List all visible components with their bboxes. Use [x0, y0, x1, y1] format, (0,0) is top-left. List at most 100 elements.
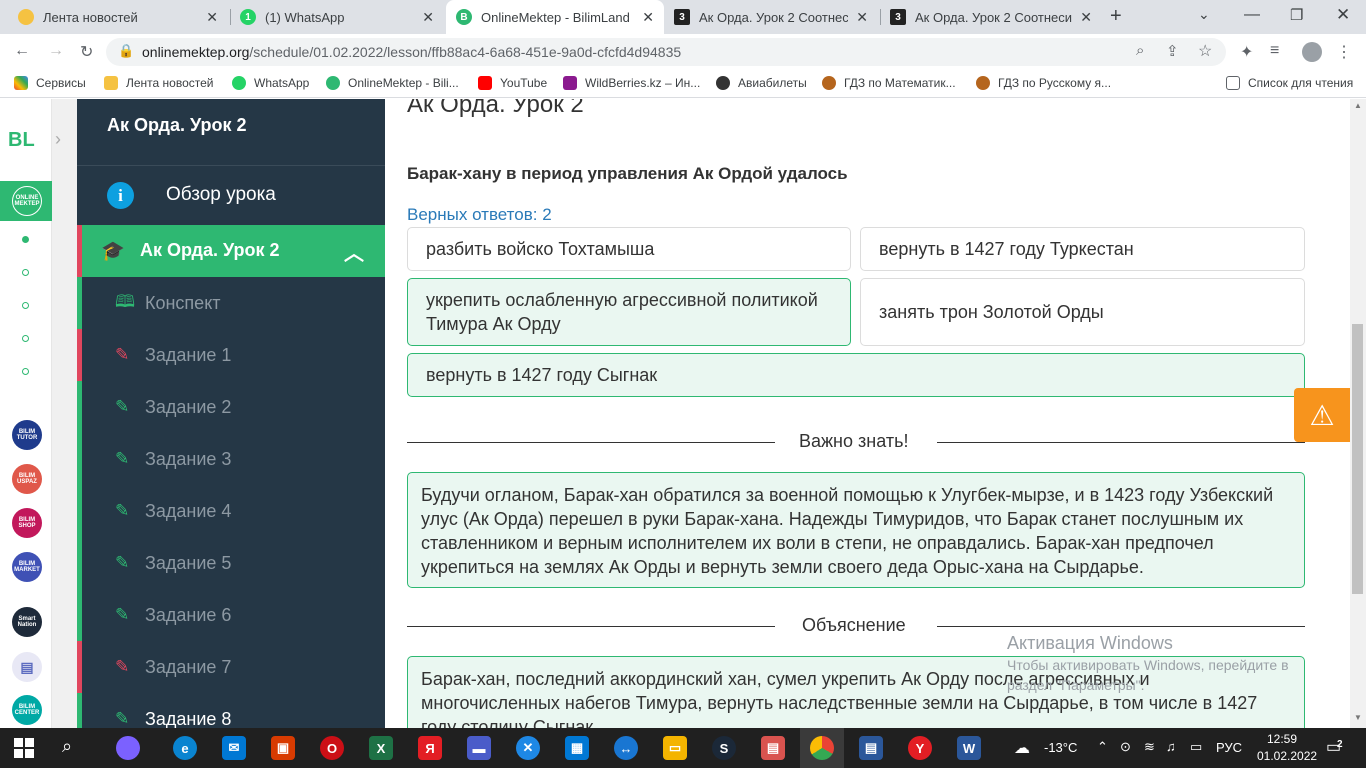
- edge-icon[interactable]: e: [173, 736, 197, 760]
- scroll-down-icon[interactable]: ▼: [1354, 713, 1362, 722]
- onlinemektep-app-icon[interactable]: ONLINE MEKTEP: [12, 186, 42, 216]
- bookmark-star-icon[interactable]: ☆: [1198, 41, 1212, 61]
- bilim-center-icon[interactable]: BILIM CENTER: [12, 695, 42, 725]
- tab-whatsapp[interactable]: 1 (1) WhatsApp ✕: [230, 0, 444, 34]
- wifi-icon[interactable]: ≋: [1144, 739, 1155, 755]
- sidebar-item-task-1[interactable]: ✎ Задание 1: [77, 329, 385, 381]
- bilim-market-icon[interactable]: BILIM MARKET: [12, 552, 42, 582]
- bookmark-whatsapp[interactable]: WhatsApp: [232, 76, 309, 90]
- page-scrollbar[interactable]: ▲ ▼: [1350, 99, 1366, 728]
- save-app-icon[interactable]: ▬: [467, 736, 491, 760]
- scrollbar-thumb[interactable]: [1352, 324, 1363, 594]
- sidebar-item-task-3[interactable]: ✎ Задание 3: [77, 433, 385, 485]
- sidebar-item-task-6[interactable]: ✎ Задание 6: [77, 589, 385, 641]
- bookmark-gdz-math[interactable]: ГДЗ по Математик...: [822, 76, 956, 90]
- mail-icon[interactable]: ✉: [222, 736, 246, 760]
- app-icon[interactable]: ✕: [516, 736, 540, 760]
- rail-collapse-bar[interactable]: ›: [52, 99, 77, 728]
- warning-report-button[interactable]: ⚠: [1294, 388, 1350, 442]
- rail-dot[interactable]: [22, 302, 29, 309]
- excel-icon[interactable]: X: [369, 736, 393, 760]
- tab-ak-orda-1[interactable]: 3 Ак Орда. Урок 2 Соотнеси с ✕: [664, 0, 878, 34]
- yandex-browser-icon[interactable]: Y: [908, 736, 932, 760]
- answer-option[interactable]: вернуть в 1427 году Туркестан: [860, 227, 1305, 271]
- menu-icon[interactable]: ⋮: [1336, 42, 1352, 62]
- reading-list[interactable]: Список для чтения: [1226, 76, 1353, 90]
- weather-temp[interactable]: -13°C: [1044, 740, 1077, 755]
- forward-icon[interactable]: →: [48, 42, 64, 60]
- teamviewer-icon[interactable]: ↔: [614, 736, 638, 760]
- rail-dot[interactable]: [22, 368, 29, 375]
- answer-option-selected[interactable]: укрепить ослабленную агрессивной политик…: [407, 278, 851, 346]
- store-icon[interactable]: ▦: [565, 736, 589, 760]
- share-icon[interactable]: ⇪: [1166, 42, 1179, 60]
- bilimland-logo[interactable]: BL: [8, 129, 35, 152]
- zoom-icon[interactable]: ⌕: [1136, 42, 1144, 59]
- bookmark-wildberries[interactable]: WildBerries.kz – Ин...: [563, 76, 700, 90]
- rail-dot[interactable]: [22, 236, 29, 243]
- bilim-shop-icon[interactable]: BILIM SHOP: [12, 508, 42, 538]
- sidebar-item-task-7[interactable]: ✎ Задание 7: [77, 641, 385, 693]
- close-icon[interactable]: ✕: [1080, 9, 1092, 26]
- scroll-up-icon[interactable]: ▲: [1354, 101, 1362, 110]
- clock-time[interactable]: 12:59: [1267, 732, 1297, 746]
- bilim-uspaz-icon[interactable]: BILIM USPAZ: [12, 464, 42, 494]
- back-icon[interactable]: ←: [14, 42, 30, 60]
- answer-option[interactable]: разбить войско Тохтамыша: [407, 227, 851, 271]
- bookmark-news[interactable]: Лента новостей: [104, 76, 214, 90]
- app-icon[interactable]: ▣: [271, 736, 295, 760]
- sidebar-overview[interactable]: Обзор урока: [166, 184, 276, 206]
- reload-icon[interactable]: ↻: [80, 42, 93, 62]
- sidebar-item-task-5[interactable]: ✎ Задание 5: [77, 537, 385, 589]
- battery-icon[interactable]: ▭: [1190, 739, 1202, 755]
- minimize-icon[interactable]: —: [1244, 6, 1260, 24]
- restore-icon[interactable]: ❐: [1290, 6, 1303, 24]
- tab-ak-orda-2[interactable]: 3 Ак Орда. Урок 2 Соотнеси с ✕: [880, 0, 1102, 34]
- rail-dot[interactable]: [22, 269, 29, 276]
- yandex-icon[interactable]: Я: [418, 736, 442, 760]
- tab-onlinemektep[interactable]: B OnlineMektep - BilimLand ✕: [446, 0, 664, 34]
- tray-chevron-icon[interactable]: ⌃: [1097, 739, 1108, 755]
- search-icon[interactable]: ⌕: [62, 736, 72, 757]
- bookmark-tickets[interactable]: Авиабилеты: [716, 76, 807, 90]
- rail-dot[interactable]: [22, 335, 29, 342]
- chevron-right-icon[interactable]: ›: [55, 129, 61, 150]
- close-icon[interactable]: ✕: [206, 9, 218, 26]
- sidebar-item-task-4[interactable]: ✎ Задание 4: [77, 485, 385, 537]
- app-icon[interactable]: ▤: [859, 736, 883, 760]
- profile-avatar[interactable]: [1302, 42, 1322, 62]
- answer-option-selected[interactable]: вернуть в 1427 году Сыгнак: [407, 353, 1305, 397]
- opera-icon[interactable]: O: [320, 736, 344, 760]
- new-tab-icon[interactable]: +: [1110, 5, 1122, 28]
- address-bar[interactable]: 🔒 onlinemektep.org/schedule/01.02.2022/l…: [106, 38, 1226, 66]
- media-icon[interactable]: ≡: [1270, 42, 1279, 60]
- answer-option[interactable]: занять трон Золотой Орды: [860, 278, 1305, 346]
- language-indicator[interactable]: РУС: [1216, 740, 1242, 755]
- steam-icon[interactable]: S: [712, 736, 736, 760]
- clock-date[interactable]: 01.02.2022: [1257, 749, 1317, 763]
- close-icon[interactable]: ✕: [422, 9, 434, 26]
- smart-nation-icon[interactable]: Smart Nation: [12, 607, 42, 637]
- bookmark-gdz-russian[interactable]: ГДЗ по Русскому я...: [976, 76, 1111, 90]
- app-icon[interactable]: ▤: [761, 736, 785, 760]
- tab-search-icon[interactable]: ⌄: [1198, 6, 1210, 23]
- volume-icon[interactable]: ♫: [1166, 739, 1176, 754]
- video-app-icon[interactable]: ▤: [12, 652, 42, 682]
- sidebar-section-header[interactable]: 🎓 Ак Орда. Урок 2 ︿: [77, 225, 385, 277]
- extensions-icon[interactable]: ✦: [1240, 42, 1253, 62]
- windows-start-icon[interactable]: [14, 738, 34, 758]
- bookmark-onlinemektep[interactable]: OnlineMektep - Bili...: [326, 76, 459, 90]
- tab-news[interactable]: Лента новостей ✕: [8, 0, 228, 34]
- network-icon[interactable]: ⊙: [1120, 739, 1131, 755]
- bookmark-youtube[interactable]: YouTube: [478, 76, 547, 90]
- sidebar-item-konspekt[interactable]: 🕮 Конспект: [77, 277, 385, 329]
- word-icon[interactable]: W: [957, 736, 981, 760]
- close-icon[interactable]: ✕: [642, 9, 654, 26]
- close-icon[interactable]: ✕: [856, 9, 868, 26]
- file-explorer-icon[interactable]: ▭: [663, 736, 687, 760]
- chrome-icon[interactable]: [810, 736, 834, 760]
- sidebar-item-task-8[interactable]: ✎ Задание 8: [77, 693, 385, 728]
- bookmark-services[interactable]: Сервисы: [14, 76, 86, 90]
- cortana-icon[interactable]: [116, 736, 140, 760]
- weather-icon[interactable]: ☁: [1014, 738, 1030, 758]
